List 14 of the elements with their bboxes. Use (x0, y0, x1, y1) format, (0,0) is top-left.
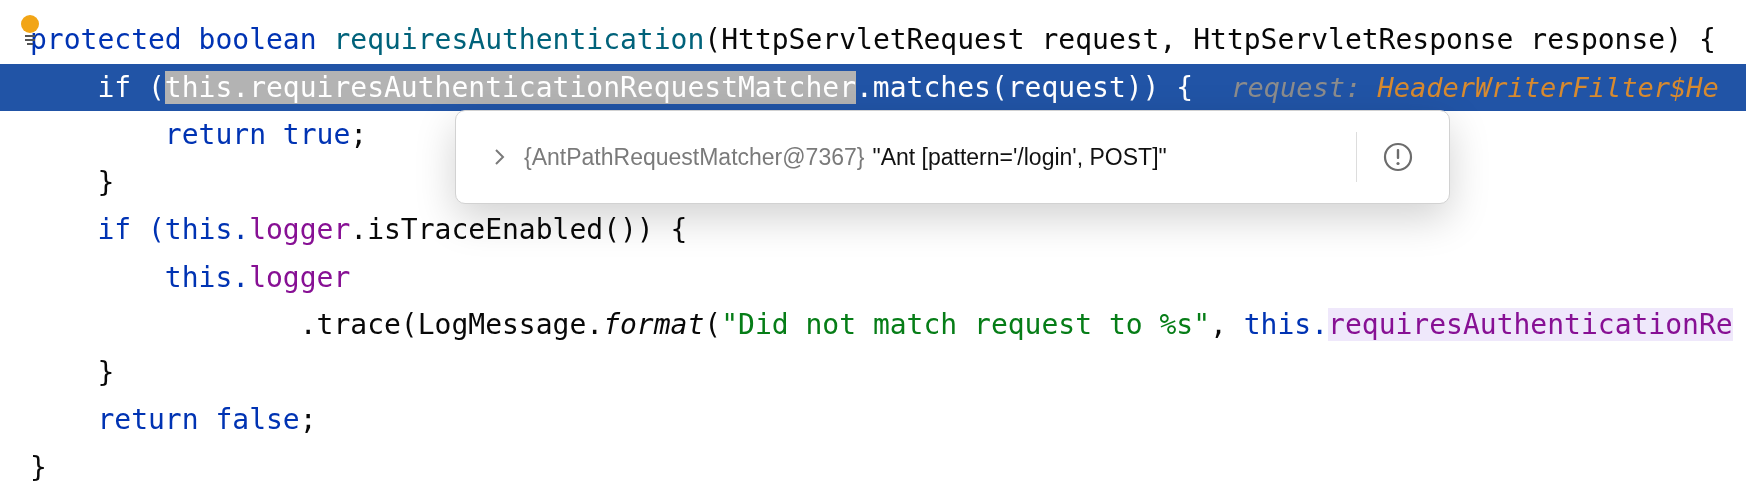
code-line: .trace(LogMessage.format("Did not match request to %s", this.requiresAuthenticationRe (299, 308, 1733, 342)
object-value-text: "Ant [pattern='/login', POST]" (872, 143, 1167, 171)
code-line: protected boolean requiresAuthentication(HttpServletRequest request, HttpServletResponse response) { (30, 23, 1716, 57)
code-line: return true; (164, 118, 368, 152)
code-line: this.logger (164, 260, 351, 294)
object-id-text: {AntPathRequestMatcher@7367} (524, 143, 865, 171)
code-line: } (97, 355, 115, 389)
exclamation-icon[interactable] (1383, 142, 1413, 172)
code-line: if (this.logger.isTraceEnabled()) { (97, 213, 688, 247)
code-line: return false; (97, 403, 317, 437)
inline-value-hint: request: HeaderWriterFilter$He (1231, 71, 1719, 103)
code-line: } (97, 165, 115, 199)
code-line: } (30, 450, 47, 484)
expand-icon[interactable] (494, 148, 506, 166)
